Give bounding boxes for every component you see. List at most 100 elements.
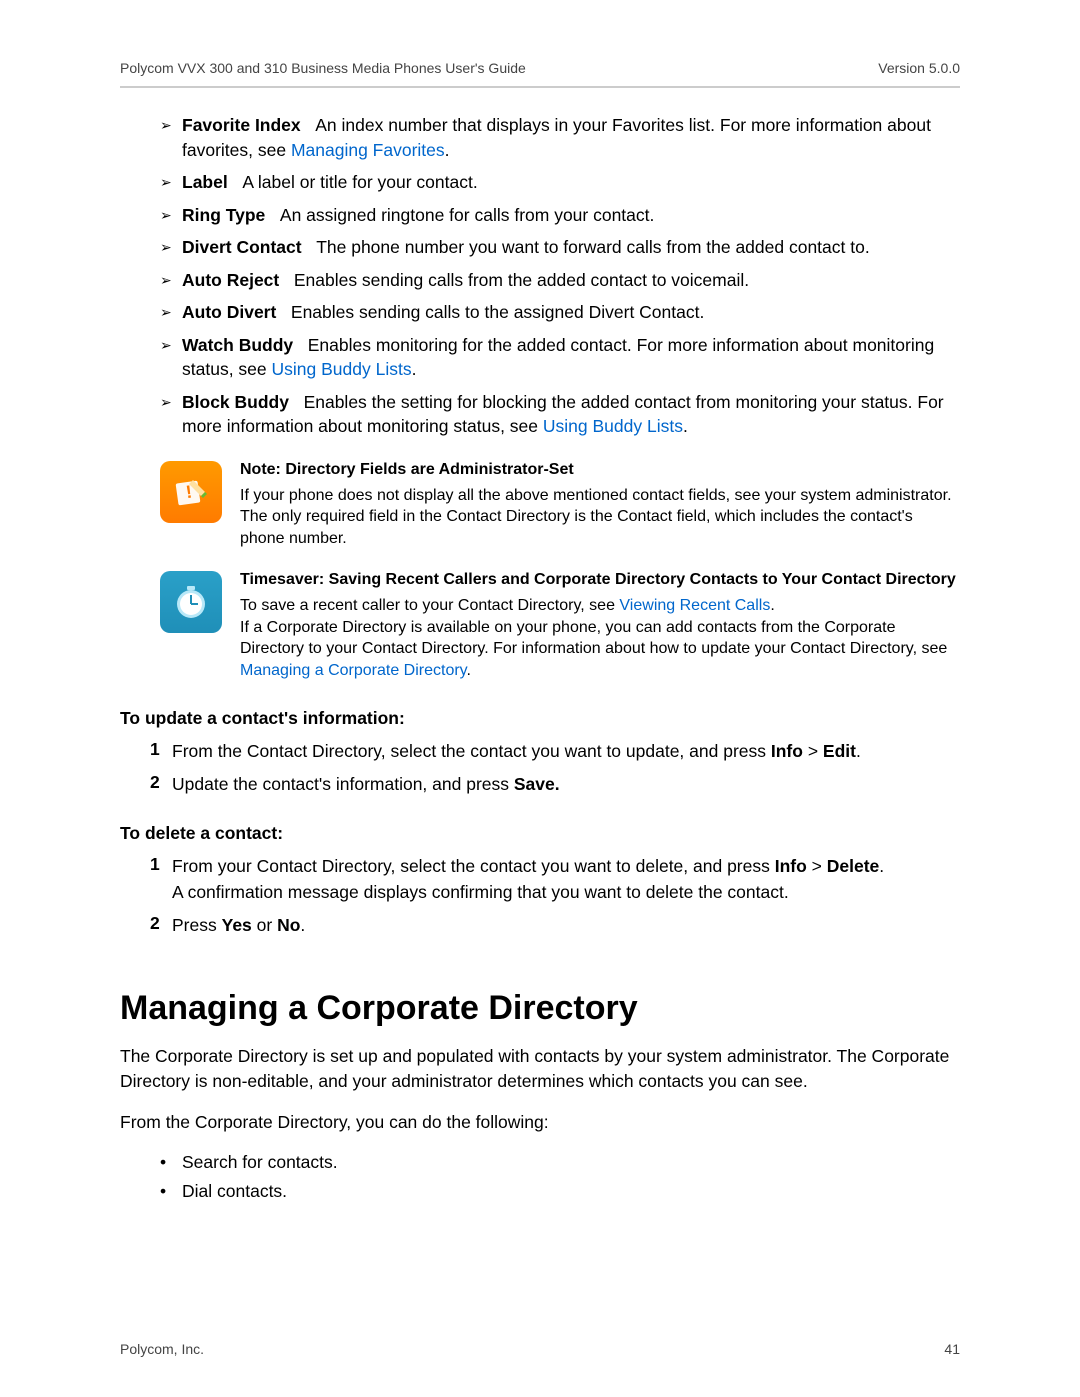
note-text: If your phone does not display all the a…	[240, 485, 960, 550]
update-steps: 1 From the Contact Directory, select the…	[150, 739, 960, 798]
arrow-right-icon: ➢	[160, 300, 182, 325]
corp-dir-list: • Search for contacts. • Dial contacts.	[160, 1152, 960, 1202]
step-item: 2 Press Yes or No.	[150, 913, 960, 938]
link-managing-corp-dir[interactable]: Managing a Corporate Directory	[240, 662, 466, 679]
arrow-right-icon: ➢	[160, 268, 182, 293]
step-post: .	[856, 741, 861, 761]
step-mid: >	[807, 856, 827, 876]
arrow-right-icon: ➢	[160, 113, 182, 162]
section-para: From the Corporate Directory, you can do…	[120, 1110, 960, 1135]
step-bold: Yes	[222, 915, 252, 935]
bullet-item: ➢ Ring Type An assigned ringtone for cal…	[160, 203, 960, 228]
step-body: Update the contact's information, and pr…	[172, 772, 960, 797]
header-rule	[120, 86, 960, 88]
step-bold: Info	[775, 856, 807, 876]
page-footer: Polycom, Inc. 41	[120, 1341, 960, 1357]
link-managing-favorites[interactable]: Managing Favorites	[291, 140, 445, 160]
step-body: From your Contact Directory, select the …	[172, 854, 960, 905]
timesaver-callout: Timesaver: Saving Recent Callers and Cor…	[160, 571, 960, 681]
step-text: Update the contact's information, and pr…	[172, 774, 514, 794]
bullet-item: ➢ Watch Buddy Enables monitoring for the…	[160, 333, 960, 382]
link-buddy-lists[interactable]: Using Buddy Lists	[543, 416, 683, 436]
timesaver-body: Timesaver: Saving Recent Callers and Cor…	[240, 571, 960, 681]
arrow-right-icon: ➢	[160, 203, 182, 228]
step-bold: Edit	[823, 741, 856, 761]
bullet-body: Ring Type An assigned ringtone for calls…	[182, 203, 960, 228]
timesaver-icon	[160, 571, 222, 633]
delete-heading: To delete a contact:	[120, 823, 960, 844]
bullet-suffix: .	[445, 140, 450, 160]
step-number: 2	[150, 772, 172, 797]
step-extra: A confirmation message displays confirmi…	[172, 882, 789, 902]
field-bullet-list: ➢ Favorite Index An index number that di…	[160, 113, 960, 439]
update-heading: To update a contact's information:	[120, 708, 960, 729]
page: Polycom VVX 300 and 310 Business Media P…	[0, 0, 1080, 1397]
timesaver-line1-prefix: To save a recent caller to your Contact …	[240, 597, 619, 614]
bullet-body: Watch Buddy Enables monitoring for the a…	[182, 333, 960, 382]
bullet-dot-icon: •	[160, 1181, 182, 1202]
bullet-suffix: .	[412, 359, 417, 379]
step-mid: or	[252, 915, 277, 935]
bullet-item: ➢ Block Buddy Enables the setting for bl…	[160, 390, 960, 439]
bullet-suffix: .	[683, 416, 688, 436]
step-item: 1 From your Contact Directory, select th…	[150, 854, 960, 905]
section-heading: Managing a Corporate Directory	[120, 989, 960, 1028]
bullet-term: Block Buddy	[182, 392, 289, 412]
step-bold: Delete	[827, 856, 880, 876]
page-header: Polycom VVX 300 and 310 Business Media P…	[120, 60, 960, 86]
step-number: 2	[150, 913, 172, 938]
step-post: .	[879, 856, 884, 876]
step-mid: >	[803, 741, 823, 761]
step-body: From the Contact Directory, select the c…	[172, 739, 960, 764]
header-right: Version 5.0.0	[878, 60, 960, 76]
timesaver-line2-prefix: If a Corporate Directory is available on…	[240, 619, 947, 658]
step-bold: No	[277, 915, 300, 935]
bullet-body: Divert Contact The phone number you want…	[182, 235, 960, 260]
bullet-dot-icon: •	[160, 1152, 182, 1173]
step-body: Press Yes or No.	[172, 913, 960, 938]
bullet-term: Auto Divert	[182, 302, 276, 322]
bullet-item: ➢ Auto Reject Enables sending calls from…	[160, 268, 960, 293]
timesaver-title: Timesaver: Saving Recent Callers and Cor…	[240, 571, 960, 589]
timesaver-line2-suffix: .	[466, 662, 470, 679]
list-item: • Search for contacts.	[160, 1152, 960, 1173]
bullet-text: Enables sending calls from the added con…	[294, 270, 749, 290]
bullet-body: Auto Divert Enables sending calls to the…	[182, 300, 960, 325]
list-text: Dial contacts.	[182, 1181, 287, 1202]
bullet-text: An assigned ringtone for calls from your…	[280, 205, 655, 225]
arrow-right-icon: ➢	[160, 390, 182, 439]
arrow-right-icon: ➢	[160, 333, 182, 382]
bullet-text: Enables sending calls to the assigned Di…	[291, 302, 704, 322]
bullet-term: Favorite Index	[182, 115, 301, 135]
bullet-term: Divert Contact	[182, 237, 302, 257]
note-title: Note: Directory Fields are Administrator…	[240, 461, 960, 479]
delete-steps: 1 From your Contact Directory, select th…	[150, 854, 960, 938]
link-viewing-recent-calls[interactable]: Viewing Recent Calls	[619, 597, 770, 614]
bullet-term: Ring Type	[182, 205, 265, 225]
header-left: Polycom VVX 300 and 310 Business Media P…	[120, 60, 526, 76]
bullet-item: ➢ Auto Divert Enables sending calls to t…	[160, 300, 960, 325]
step-number: 1	[150, 854, 172, 905]
step-bold: Info	[771, 741, 803, 761]
note-icon: !	[160, 461, 222, 523]
step-number: 1	[150, 739, 172, 764]
section-para: The Corporate Directory is set up and po…	[120, 1044, 960, 1095]
timesaver-line1-suffix: .	[770, 597, 774, 614]
list-text: Search for contacts.	[182, 1152, 338, 1173]
footer-right: 41	[944, 1341, 960, 1357]
link-buddy-lists[interactable]: Using Buddy Lists	[272, 359, 412, 379]
step-bold: Save.	[514, 774, 560, 794]
footer-left: Polycom, Inc.	[120, 1341, 204, 1357]
bullet-term: Auto Reject	[182, 270, 279, 290]
timesaver-text: To save a recent caller to your Contact …	[240, 595, 960, 681]
note-callout: ! Note: Directory Fields are Administrat…	[160, 461, 960, 550]
bullet-item: ➢ Favorite Index An index number that di…	[160, 113, 960, 162]
list-item: • Dial contacts.	[160, 1181, 960, 1202]
step-text: From your Contact Directory, select the …	[172, 856, 775, 876]
step-item: 2 Update the contact's information, and …	[150, 772, 960, 797]
bullet-body: Block Buddy Enables the setting for bloc…	[182, 390, 960, 439]
bullet-item: ➢ Label A label or title for your contac…	[160, 170, 960, 195]
bullet-text: The phone number you want to forward cal…	[316, 237, 870, 257]
arrow-right-icon: ➢	[160, 235, 182, 260]
step-post: .	[300, 915, 305, 935]
